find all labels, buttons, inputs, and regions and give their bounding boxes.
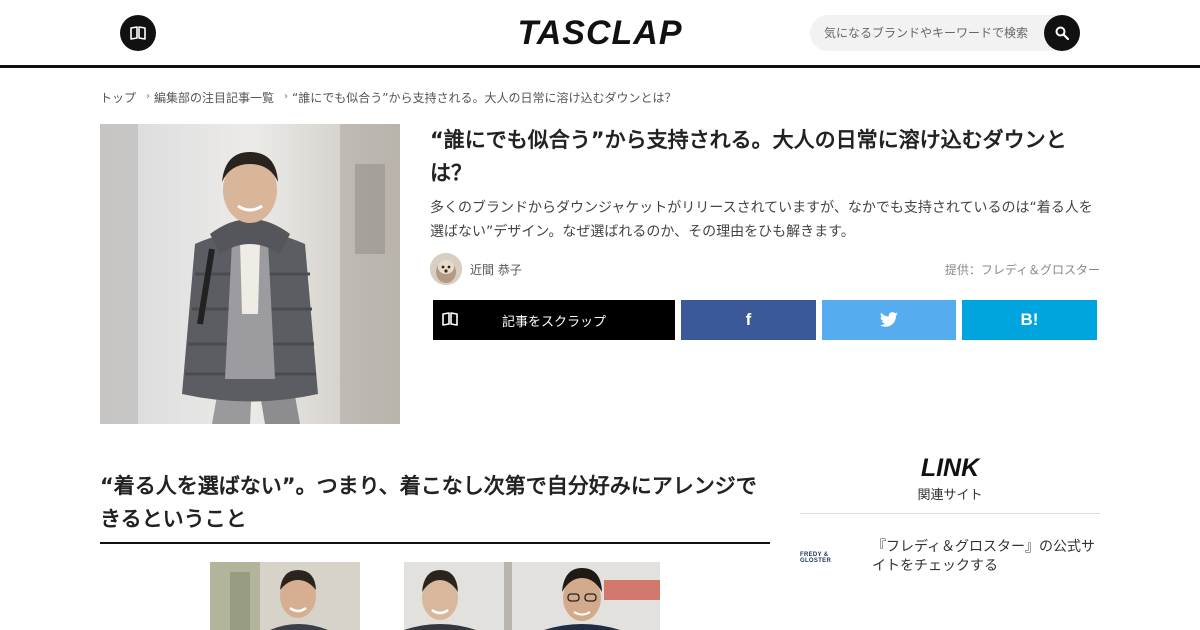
breadcrumb-editor-picks[interactable]: 編集部の注目記事一覧 xyxy=(154,89,274,106)
scrap-button-label: 記事をスクラップ xyxy=(501,314,606,330)
search-bar xyxy=(810,15,1080,51)
twitter-icon xyxy=(879,312,898,327)
sidebar-heading: LINK xyxy=(920,454,980,482)
brand-logo: FREDY & GLOSTER xyxy=(800,552,832,564)
breadcrumb-current: “誰にでも似合う”から支持される。大人の日常に溶け込むダウンとは？ xyxy=(292,91,677,105)
hatena-bookmark-button[interactable]: B! xyxy=(962,300,1097,340)
breadcrumb-home[interactable]: トップ xyxy=(100,89,136,106)
facebook-icon: f xyxy=(745,310,752,329)
hero-image xyxy=(100,124,400,424)
scrap-button[interactable]: 記事をスクラップ xyxy=(433,300,675,340)
section-image-right xyxy=(404,562,660,630)
book-icon xyxy=(130,26,146,40)
author[interactable]: 近間 恭子 xyxy=(430,253,522,285)
search-button[interactable] xyxy=(1044,15,1080,51)
sponsor-credit: 提供：フレディ＆グロスター xyxy=(944,263,1100,277)
section-title: “着る人を選ばない”。つまり、着こなし次第で自分好みにアレンジできるということ xyxy=(100,470,770,544)
author-name: 近間 恭子 xyxy=(470,262,522,277)
section-image-left xyxy=(210,562,360,630)
divider xyxy=(800,513,1100,514)
sidebar-subheading: 関連サイト xyxy=(917,488,983,503)
article-lead: 多くのブランドからダウンジャケットがリリースされていますが、なかでも支持されてい… xyxy=(430,200,1093,240)
search-icon xyxy=(1055,26,1069,40)
chevron-right-icon: › xyxy=(146,91,151,102)
related-site-link[interactable]: FREDY & GLOSTER 『フレディ＆グロスター』の公式サイトをチェックす… xyxy=(800,538,1100,578)
facebook-share-button[interactable]: f xyxy=(681,300,816,340)
book-icon xyxy=(442,312,458,326)
breadcrumb: トップ › 編集部の注目記事一覧 › “誰にでも似合う”から支持される。大人の日… xyxy=(100,89,676,106)
search-input[interactable] xyxy=(824,15,1044,51)
menu-button[interactable] xyxy=(120,15,156,51)
site-logo[interactable]: TASCLAP xyxy=(510,12,690,54)
hatena-icon: B! xyxy=(1020,310,1039,329)
related-site-text: 『フレディ＆グロスター』の公式サイトをチェックする xyxy=(872,539,1096,574)
avatar xyxy=(430,253,462,285)
twitter-share-button[interactable] xyxy=(822,300,956,340)
chevron-right-icon: › xyxy=(284,91,289,102)
site-header: TASCLAP xyxy=(0,0,1200,68)
article-title: “誰にでも似合う”から支持される。大人の日常に溶け込むダウンとは？ xyxy=(430,128,1067,185)
